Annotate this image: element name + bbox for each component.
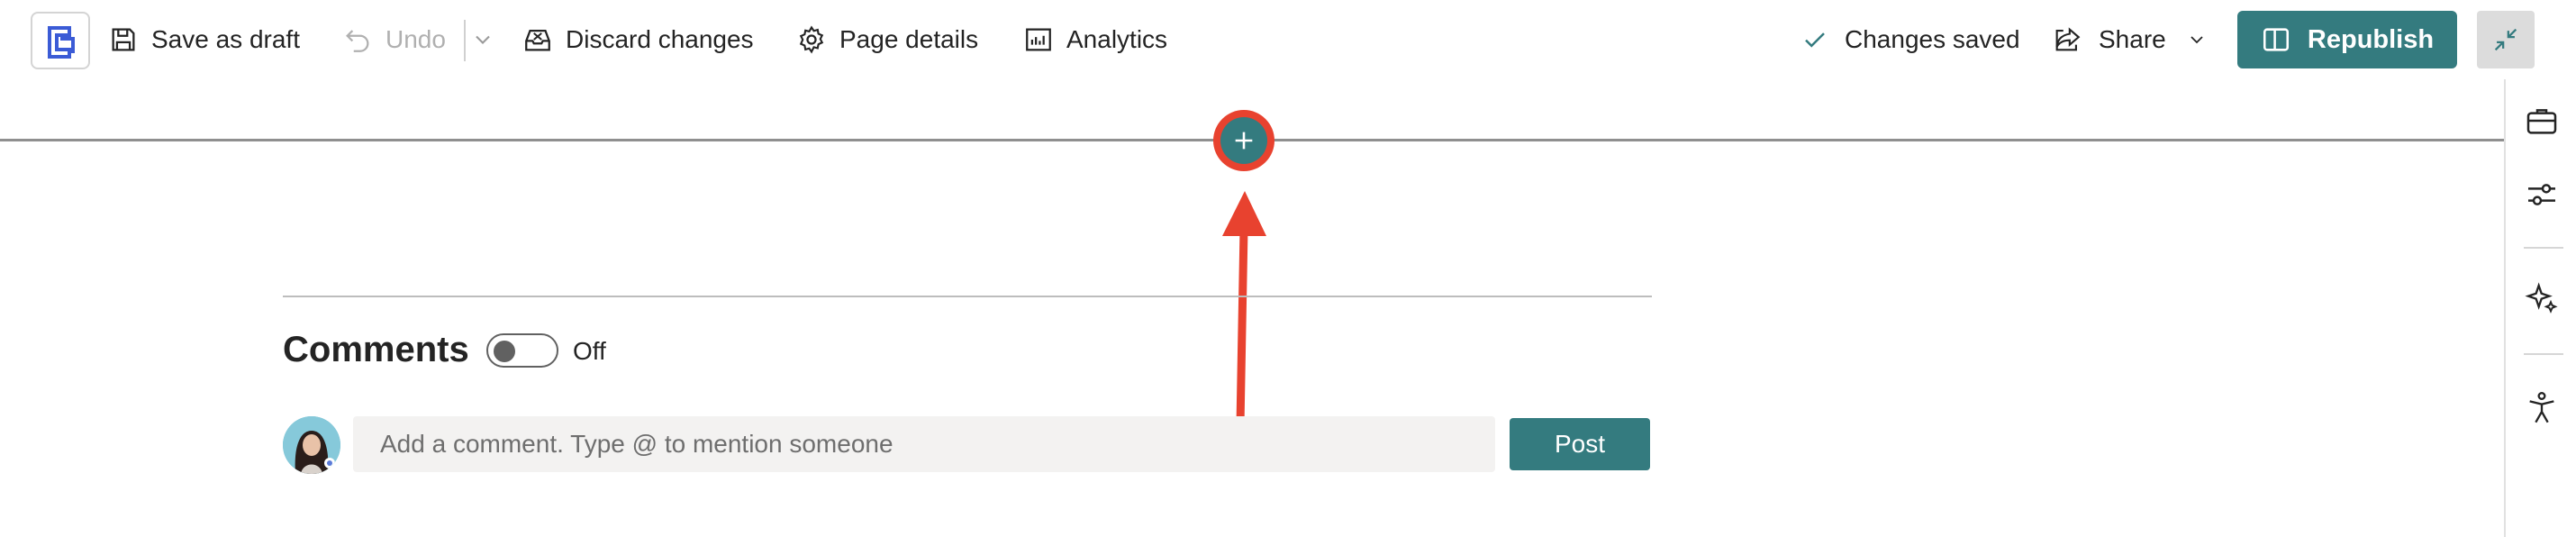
share-label: Share xyxy=(2099,25,2166,53)
collapse-icon xyxy=(2494,28,2517,51)
discard-changes-button[interactable]: Discard changes xyxy=(522,16,754,63)
post-button[interactable]: Post xyxy=(1510,418,1650,470)
briefcase-icon[interactable] xyxy=(2524,103,2560,139)
gear-icon xyxy=(799,25,824,54)
app-logo[interactable] xyxy=(31,12,90,69)
republish-icon xyxy=(2263,28,2289,51)
rail-separator xyxy=(2524,353,2563,355)
share-icon xyxy=(2055,27,2081,51)
comments-title: Comments xyxy=(283,330,469,369)
comments-divider xyxy=(283,296,1652,297)
undo-button[interactable]: Undo xyxy=(342,16,446,63)
save-status-label: Changes saved xyxy=(1845,25,2020,53)
page-details-label: Page details xyxy=(839,25,979,53)
toggle-knob xyxy=(494,341,515,362)
analytics-label: Analytics xyxy=(1066,25,1168,53)
right-rail-divider xyxy=(2504,79,2506,537)
sparkle-icon[interactable] xyxy=(2524,281,2560,317)
chevron-down-icon[interactable] xyxy=(470,27,495,52)
save-icon xyxy=(112,28,135,51)
check-icon xyxy=(1805,32,1825,48)
comment-input[interactable] xyxy=(353,416,1495,472)
add-section-highlight xyxy=(1213,110,1274,171)
add-section-button[interactable] xyxy=(1220,117,1267,164)
analytics-icon xyxy=(1026,28,1051,51)
republish-button[interactable]: Republish xyxy=(2237,11,2457,68)
analytics-button[interactable]: Analytics xyxy=(1023,16,1167,63)
save-draft-button[interactable]: Save as draft xyxy=(108,16,300,63)
logo-icon xyxy=(48,26,75,59)
discard-icon xyxy=(525,29,550,51)
undo-label: Undo xyxy=(385,25,446,53)
save-status: Changes saved xyxy=(1801,16,2020,63)
avatar xyxy=(283,416,340,474)
undo-icon xyxy=(346,30,369,52)
command-bar: Save as draft Undo Discard changes Page … xyxy=(0,0,2576,79)
chevron-down-icon xyxy=(2191,36,2203,44)
sliders-icon[interactable] xyxy=(2524,177,2560,213)
rail-separator xyxy=(2524,247,2563,249)
collapse-button[interactable] xyxy=(2477,11,2535,68)
republish-label: Republish xyxy=(2307,24,2435,54)
plus-icon xyxy=(1235,132,1253,150)
undo-split-divider xyxy=(464,20,466,61)
share-button[interactable]: Share xyxy=(2052,16,2208,63)
comments-toggle[interactable] xyxy=(486,333,558,368)
comments-toggle-label: Off xyxy=(573,337,606,365)
discard-label: Discard changes xyxy=(566,25,754,53)
user-avatar-icon xyxy=(283,416,340,474)
save-draft-label: Save as draft xyxy=(151,25,300,53)
accessibility-icon[interactable] xyxy=(2524,389,2560,425)
page-details-button[interactable]: Page details xyxy=(796,16,978,63)
